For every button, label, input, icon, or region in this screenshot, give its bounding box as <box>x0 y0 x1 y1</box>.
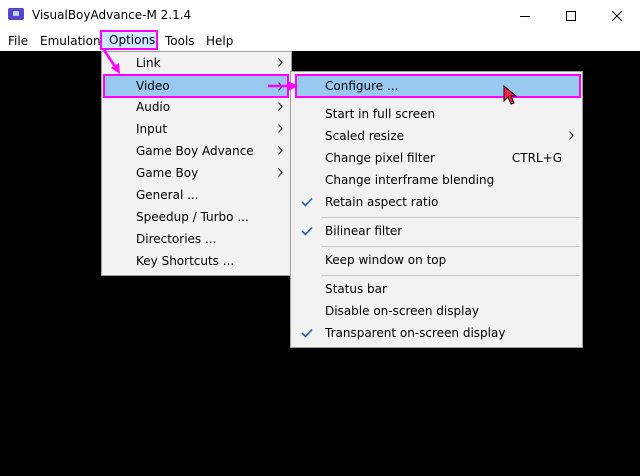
checkmark-icon <box>301 328 313 338</box>
options-item-general[interactable]: General ... <box>104 185 289 207</box>
options-item-label: Key Shortcuts ... <box>136 254 235 268</box>
minimize-icon <box>520 15 530 17</box>
video-item-label: Status bar <box>325 282 387 296</box>
menu-separator <box>321 275 580 276</box>
video-item-status-bar[interactable]: Status bar <box>293 279 580 301</box>
options-item-label: General ... <box>136 188 199 202</box>
options-item-label: Speedup / Turbo ... <box>136 210 249 224</box>
maximize-icon <box>566 10 576 21</box>
menu-separator <box>321 217 580 218</box>
menu-help[interactable]: Help <box>206 33 233 49</box>
chevron-right-icon <box>278 102 283 111</box>
video-item-configure[interactable]: Configure ... <box>295 74 581 98</box>
chevron-right-icon <box>278 146 283 155</box>
video-item-label: Change pixel filter <box>325 151 435 165</box>
options-item-game-boy[interactable]: Game Boy <box>104 163 289 185</box>
close-icon <box>612 10 622 21</box>
options-item-label: Game Boy Advance <box>136 144 254 158</box>
options-item-game-boy-advance[interactable]: Game Boy Advance <box>104 141 289 163</box>
options-item-link[interactable]: Link <box>104 53 289 75</box>
video-item-change-interframe-blending[interactable]: Change interframe blending <box>293 170 580 192</box>
video-item-keep-window-on-top[interactable]: Keep window on top <box>293 250 580 272</box>
options-item-input[interactable]: Input <box>104 119 289 141</box>
options-item-label: Video <box>136 79 170 93</box>
window-title: VisualBoyAdvance-M 2.1.4 <box>32 8 192 22</box>
video-item-scaled-resize[interactable]: Scaled resize <box>293 126 580 148</box>
chevron-right-icon <box>278 82 283 91</box>
options-item-speedup-turbo[interactable]: Speedup / Turbo ... <box>104 207 289 229</box>
options-item-label: Game Boy <box>136 166 199 180</box>
video-item-label: Keep window on top <box>325 253 447 267</box>
video-item-label: Retain aspect ratio <box>325 195 439 209</box>
menu-emulation[interactable]: Emulation <box>40 33 101 49</box>
shortcut-label: CTRL+G <box>511 151 562 165</box>
video-item-label: Configure ... <box>325 79 399 93</box>
menu-options-label: Options <box>109 33 156 47</box>
menu-separator <box>321 246 580 247</box>
menu-options[interactable]: Options <box>100 30 158 50</box>
video-menu: Start in full screen Scaled resize Chang… <box>290 71 583 348</box>
options-item-video[interactable]: Video <box>103 74 289 98</box>
checkmark-icon <box>301 197 313 207</box>
minimize-button[interactable] <box>502 0 548 31</box>
chevron-right-icon <box>278 168 283 177</box>
video-item-change-pixel-filter[interactable]: Change pixel filter CTRL+G <box>293 148 580 170</box>
chevron-right-icon <box>278 58 283 67</box>
menu-file[interactable]: File <box>8 33 28 49</box>
chevron-right-icon <box>278 124 283 133</box>
chevron-right-icon <box>569 131 574 140</box>
video-item-label: Change interframe blending <box>325 173 495 187</box>
video-item-label: Transparent on-screen display <box>325 326 506 340</box>
options-item-label: Input <box>136 122 168 136</box>
options-item-directories[interactable]: Directories ... <box>104 229 289 251</box>
menu-tools[interactable]: Tools <box>165 33 195 49</box>
menu-bar: File Emulation Tools Help <box>0 31 640 51</box>
options-item-label: Link <box>136 56 161 70</box>
video-item-label: Bilinear filter <box>325 224 403 238</box>
maximize-button[interactable] <box>548 0 594 31</box>
options-item-audio[interactable]: Audio <box>104 97 289 119</box>
options-item-key-shortcuts[interactable]: Key Shortcuts ... <box>104 251 289 273</box>
video-item-transparent-on-screen-display[interactable]: Transparent on-screen display <box>293 323 580 345</box>
close-button[interactable] <box>594 0 640 31</box>
options-item-label: Audio <box>136 100 171 114</box>
video-item-retain-aspect-ratio[interactable]: Retain aspect ratio <box>293 192 580 214</box>
video-item-disable-on-screen-display[interactable]: Disable on-screen display <box>293 301 580 323</box>
video-item-start-in-full-screen[interactable]: Start in full screen <box>293 104 580 126</box>
gameboy-advance-icon <box>8 8 24 20</box>
video-item-label: Start in full screen <box>325 107 436 121</box>
title-bar: VisualBoyAdvance-M 2.1.4 <box>0 0 640 31</box>
video-item-label: Disable on-screen display <box>325 304 479 318</box>
checkmark-icon <box>301 226 313 236</box>
video-item-bilinear-filter[interactable]: Bilinear filter <box>293 221 580 243</box>
video-item-label: Scaled resize <box>325 129 405 143</box>
options-item-label: Directories ... <box>136 232 217 246</box>
